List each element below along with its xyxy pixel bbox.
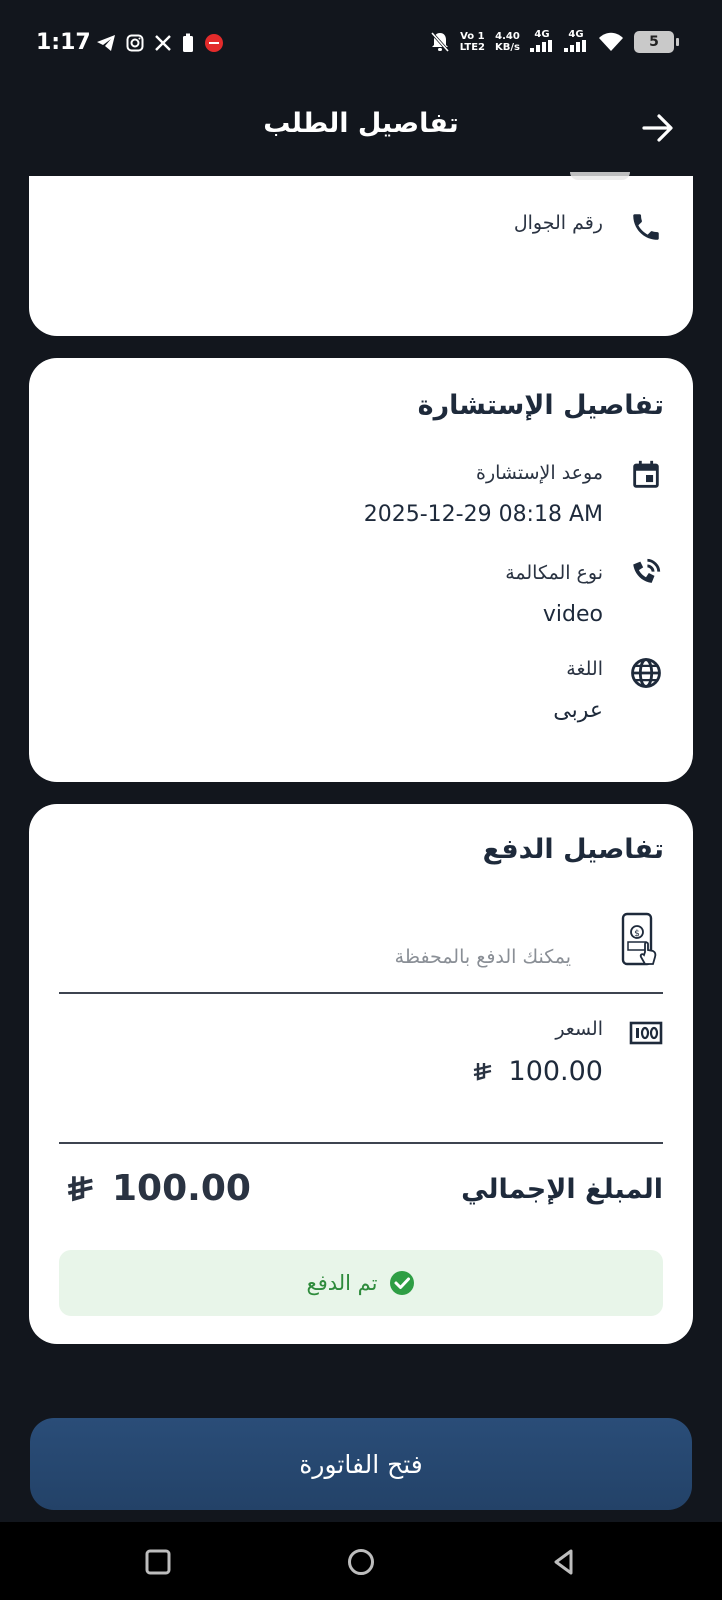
network-type-bottom: LTE2 (459, 42, 486, 53)
total-label: المبلغ الإجمالي (461, 1174, 663, 1205)
recents-icon[interactable] (140, 1544, 176, 1580)
riyal-icon (67, 1175, 93, 1201)
signal-bars-icon (564, 40, 586, 52)
signal-1: 4G (530, 29, 554, 55)
app-bar: تفاصيل الطلب (0, 86, 722, 176)
arrow-right-icon[interactable] (638, 108, 678, 148)
system-nav-bar (0, 1522, 722, 1600)
appointment-label: موعد الإستشارة (476, 462, 603, 484)
language-value: عربى (553, 698, 603, 723)
wallet-pay-text: يمكنك الدفع بالمحفظة (394, 946, 571, 968)
data-speed-unit: KB/s (495, 42, 520, 53)
appointment-value: 2025-12-29 08:18 AM (363, 502, 603, 527)
price-value: 100.00 (471, 1056, 603, 1087)
svg-text:$: $ (634, 929, 640, 939)
scroll-edge (570, 172, 630, 180)
consultation-title: تفاصيل الإستشارة (417, 390, 664, 421)
wifi-icon (599, 32, 623, 51)
payment-status-badge: تم الدفع (59, 1250, 663, 1316)
contact-card: رقم الجوال (29, 176, 693, 336)
app-notification-icon (205, 34, 223, 52)
riyal-icon (473, 1062, 491, 1081)
phone-label: رقم الجوال (513, 212, 603, 234)
video-call-icon (633, 558, 661, 583)
check-circle-icon (390, 1271, 415, 1295)
battery-saver-icon (183, 33, 193, 52)
back-triangle-icon[interactable] (546, 1544, 582, 1580)
home-icon[interactable] (343, 1544, 379, 1580)
cash-icon (629, 1021, 663, 1045)
call-type-value: video (542, 602, 603, 627)
data-speed: 4.40 (495, 31, 520, 42)
signal-2: 4G (564, 29, 588, 55)
battery-indicator: 5 (634, 31, 679, 53)
telegram-icon (97, 35, 115, 51)
x-icon (155, 35, 171, 51)
mobile-pay-icon: $ (621, 912, 657, 966)
calendar-icon (633, 460, 659, 488)
divider (59, 992, 663, 994)
total-amount: 100.00 (64, 1168, 251, 1209)
phone-icon (633, 214, 659, 240)
language-label: اللغة (566, 658, 603, 680)
page-title: تفاصيل الطلب (263, 108, 459, 139)
network-type-top: Vo 1 (460, 31, 485, 42)
divider (59, 1142, 663, 1144)
instagram-icon (126, 34, 144, 52)
mute-icon (430, 32, 449, 52)
open-invoice-button[interactable]: فتح الفاتورة (30, 1418, 692, 1510)
status-bar: 1:17 Vo 1 LTE2 4.40 KB/s 4G 4G 5 (0, 0, 722, 86)
signal-bars-icon (530, 40, 552, 52)
payment-title: تفاصيل الدفع (482, 834, 664, 865)
status-time: 1:17 (36, 30, 91, 55)
globe-icon (631, 658, 661, 688)
call-type-label: نوع المكالمة (505, 562, 603, 584)
consultation-card: تفاصيل الإستشارة موعد الإستشارة 2025-12-… (29, 358, 693, 782)
price-label: السعر (555, 1018, 603, 1040)
payment-card: تفاصيل الدفع $ يمكنك الدفع بالمحفظة السع… (29, 804, 693, 1344)
payment-status-text: تم الدفع (306, 1271, 378, 1295)
